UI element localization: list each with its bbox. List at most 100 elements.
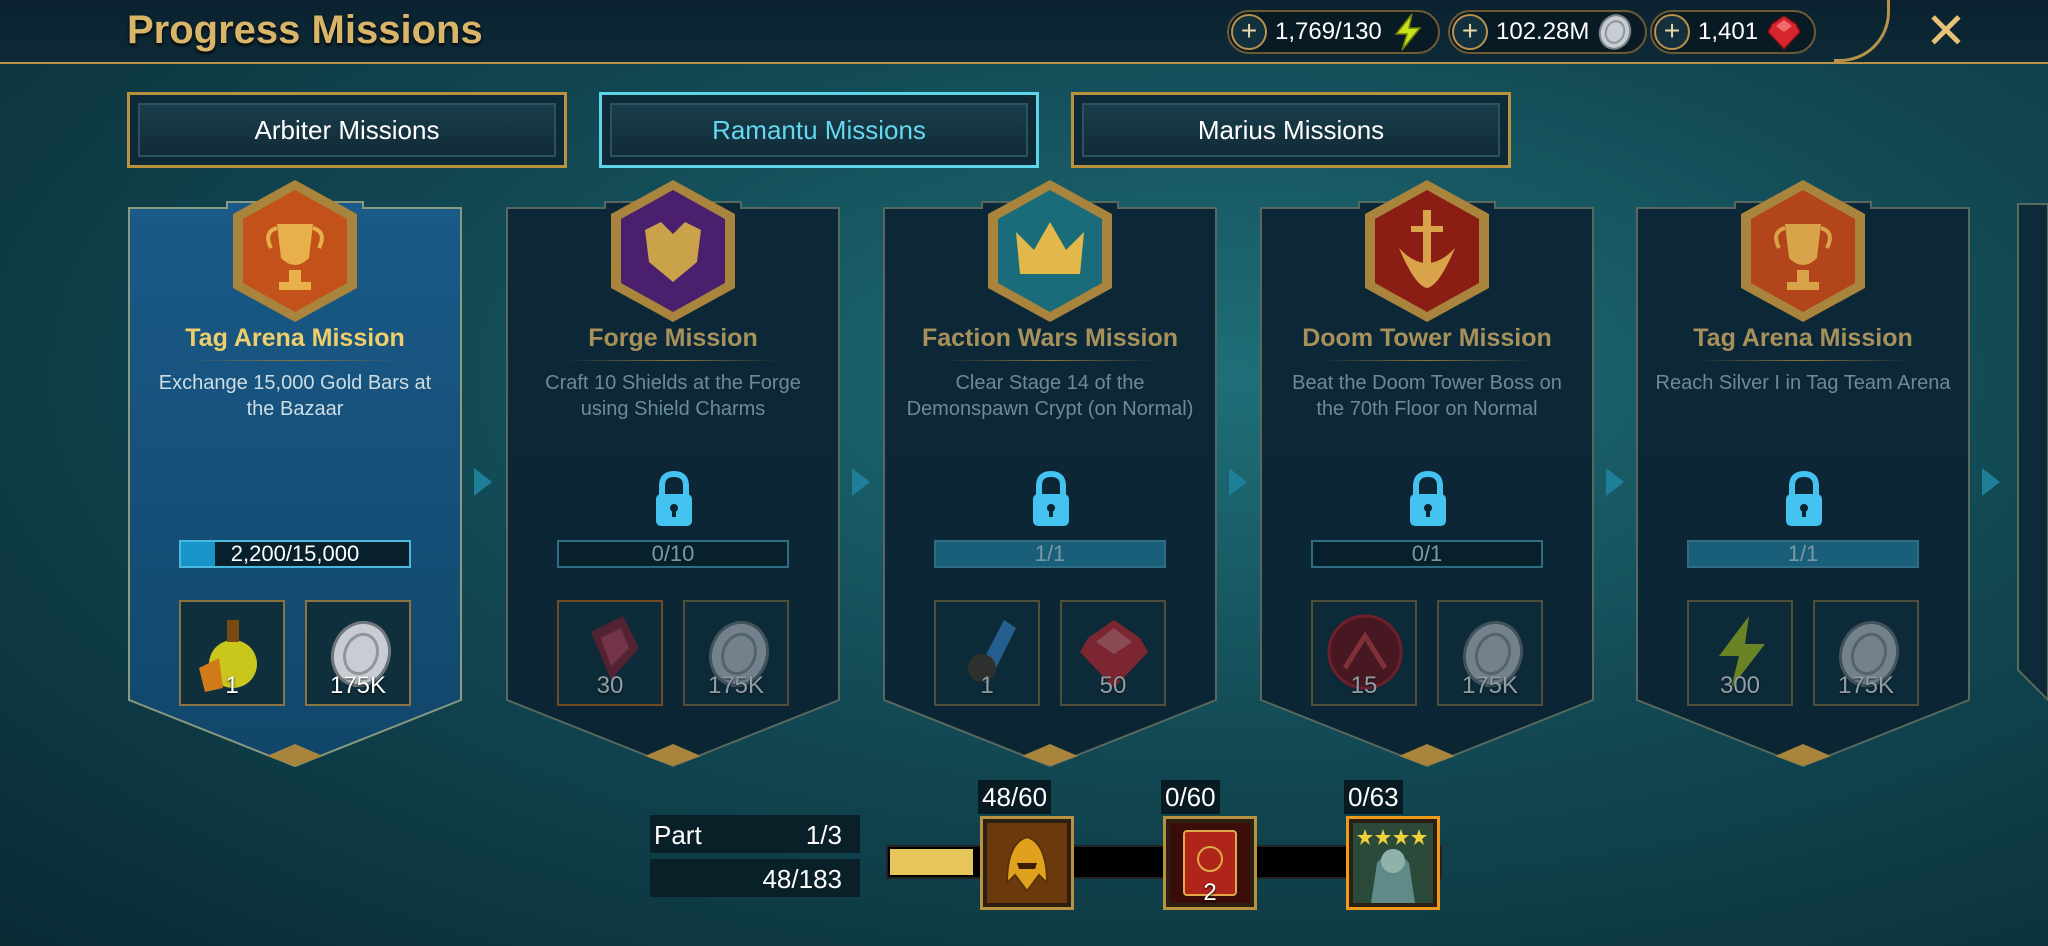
reward-slot[interactable]: 175K [305, 600, 411, 706]
mission-card[interactable]: Faction Wars Mission Clear Stage 14 of th… [882, 180, 1218, 768]
mission-progress-text: 2,200/15,000 [230, 541, 360, 566]
reward-slot[interactable]: 30 [557, 600, 663, 706]
reward-count: 1 [225, 672, 239, 699]
reward-count: 175K [1461, 672, 1519, 699]
mission-description: Clear Stage 14 of the Demonspawn Crypt (… [906, 372, 1194, 420]
milestone-reward-1[interactable] [980, 816, 1074, 910]
gems-counter: + 1,401 [1650, 10, 1817, 54]
add-silver-button[interactable]: + [1452, 14, 1488, 50]
trophy-badge-icon [1741, 180, 1865, 322]
part-progress-fill [890, 849, 973, 875]
gems-value: 1,401 [1698, 18, 1759, 45]
reward-count: 1 [980, 672, 994, 699]
lock-icon [1410, 470, 1446, 526]
title-divider [1319, 360, 1535, 361]
silver-coin-icon [1599, 14, 1632, 50]
next-arrow-icon [1606, 468, 1624, 496]
tab-label: Ramantu Missions [712, 114, 926, 145]
reward-slot[interactable]: 300 [1687, 600, 1793, 706]
part-label: Part [654, 820, 702, 850]
mission-progress-bar: 2,200/15,000 [179, 540, 411, 568]
silver-value: 102.28M [1496, 18, 1590, 45]
top-bar: Progress Missions + 1,769/130 + 102.28M … [0, 0, 2048, 64]
milestone-2-label: 0/60 [1161, 780, 1220, 814]
mission-progress-text: 1/1 [1787, 541, 1819, 566]
mission-progress-text: 0/10 [651, 541, 695, 566]
mission-progress-text: 1/1 [1034, 541, 1066, 566]
mission-title: Tag Arena Mission [1693, 324, 1913, 352]
next-arrow-icon [852, 468, 870, 496]
energy-value: 1,769/130 [1275, 18, 1382, 45]
mission-card[interactable]: Forge Mission Craft 10 Shields at the For… [505, 180, 841, 768]
page-title: Progress Missions [127, 8, 483, 52]
add-gems-button[interactable]: + [1654, 14, 1690, 50]
mission-description: Craft 10 Shields at the Forge using Shie… [545, 372, 801, 420]
mission-card[interactable]: Doom Tower Mission Beat the Doom Tower Bo… [1259, 180, 1595, 768]
lock-icon [1786, 470, 1822, 526]
reward-slot[interactable]: 50 [1060, 600, 1166, 706]
title-divider [565, 360, 781, 361]
lock-icon [656, 470, 692, 526]
reward-count: 300 [1719, 672, 1761, 699]
ruby-gem-icon [1767, 15, 1801, 51]
part-value: 1/3 [805, 820, 842, 850]
mission-description: Exchange 15,000 Gold Bars at the Bazaar [158, 372, 432, 420]
armor-badge-icon [611, 180, 735, 322]
reward-slot[interactable]: 15 [1311, 600, 1417, 706]
reward-count: 175K [329, 672, 387, 699]
add-energy-button[interactable]: + [1231, 14, 1267, 50]
reward-slot[interactable]: 175K [683, 600, 789, 706]
title-divider [1695, 360, 1911, 361]
reward-slot[interactable]: 175K [1813, 600, 1919, 706]
milestone-2-count: 2 [1203, 879, 1217, 906]
reward-slot[interactable]: 1 [179, 600, 285, 706]
title-divider [187, 360, 403, 361]
trophy-badge-icon [233, 180, 357, 322]
crown-badge-icon [988, 180, 1112, 322]
reward-count: 30 [596, 672, 624, 699]
mission-progress-bar: 0/10 [557, 540, 789, 568]
mission-title: Doom Tower Mission [1302, 324, 1552, 352]
mission-description: Beat the Doom Tower Boss on the 70th Flo… [1292, 372, 1562, 420]
close-button[interactable]: ✕ [1921, 6, 1971, 56]
reward-count: 175K [707, 672, 765, 699]
tab-label: Marius Missions [1197, 114, 1385, 145]
lock-icon [1033, 470, 1069, 526]
part-progress-panel: Part 1/3 48/183 [650, 815, 860, 897]
tab-ramantu-missions[interactable]: Ramantu Missions [599, 92, 1039, 168]
milestone-3-label: 0/63 [1344, 780, 1403, 814]
mission-progress-bar: 1/1 [1687, 540, 1919, 568]
mission-title: Tag Arena Mission [185, 324, 405, 352]
champion-portrait-icon [1353, 823, 1433, 903]
mission-progress-bar: 0/1 [1311, 540, 1543, 568]
mission-progress-bar: 1/1 [934, 540, 1166, 568]
milestone-1-label: 48/60 [978, 780, 1052, 814]
mission-title: Forge Mission [588, 324, 758, 352]
mission-card[interactable]: Tag Arena Mission Exchange 15,000 Gold Ba… [127, 180, 463, 768]
mission-description: Reach Silver I in Tag Team Arena [1655, 372, 1951, 394]
doom-tower-badge-icon [1365, 180, 1489, 322]
corner-ornament [1834, 0, 1890, 62]
reward-count: 15 [1350, 672, 1378, 699]
reward-count: 175K [1837, 672, 1895, 699]
tab-arbiter-missions[interactable]: Arbiter Missions [127, 92, 567, 168]
mission-title: Faction Wars Mission [921, 324, 1179, 352]
points-value: 48/183 [762, 864, 842, 894]
next-mission-card-edge [2017, 203, 2048, 702]
next-arrow-icon [1229, 468, 1247, 496]
tab-marius-missions[interactable]: Marius Missions [1071, 92, 1511, 168]
milestone-reward-2[interactable]: 2 [1163, 816, 1257, 910]
mission-progress-text: 0/1 [1411, 541, 1443, 566]
next-arrow-icon [1982, 468, 2000, 496]
mission-card[interactable]: Tag Arena Mission Reach Silver I in Tag T… [1635, 180, 1971, 768]
tab-label: Arbiter Missions [254, 114, 440, 145]
silver-counter: + 102.28M [1448, 10, 1648, 54]
energy-icon [1394, 13, 1422, 51]
reward-slot[interactable]: 1 [934, 600, 1040, 706]
reward-slot[interactable]: 175K [1437, 600, 1543, 706]
milestone-reward-3[interactable] [1346, 816, 1440, 910]
golden-helmet-icon [987, 823, 1067, 903]
reward-count: 50 [1099, 672, 1127, 699]
title-divider [942, 360, 1158, 361]
energy-counter: + 1,769/130 [1227, 10, 1440, 54]
